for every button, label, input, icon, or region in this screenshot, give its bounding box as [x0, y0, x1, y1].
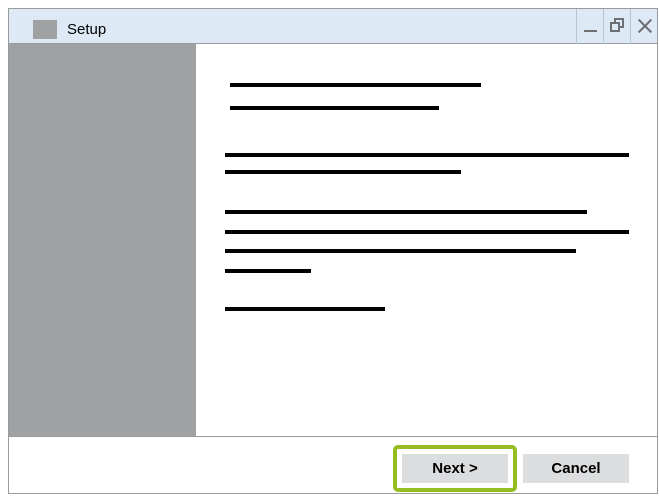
paragraph-line: [225, 307, 385, 311]
paragraph-line: [225, 210, 587, 214]
heading-line: [230, 106, 439, 110]
close-button[interactable]: [630, 9, 657, 44]
paragraph-line: [225, 249, 576, 253]
paragraph-line: [225, 230, 629, 234]
cancel-button[interactable]: Cancel: [523, 454, 629, 483]
title-bar[interactable]: Setup: [9, 9, 657, 44]
paragraph-line: [225, 170, 461, 174]
minimize-button[interactable]: [576, 9, 603, 44]
next-button[interactable]: Next >: [402, 454, 508, 483]
close-icon: [636, 17, 654, 35]
app-icon: [33, 20, 57, 39]
button-bar: Next > Cancel: [9, 436, 657, 493]
paragraph-line: [225, 269, 311, 273]
paragraph-line: [225, 153, 629, 157]
sidebar-panel: [9, 44, 196, 436]
heading-line: [230, 83, 481, 87]
window-controls: [576, 9, 657, 44]
window-title: Setup: [67, 21, 107, 38]
setup-window: Setup Next > Cancel: [8, 8, 658, 494]
maximize-button[interactable]: [603, 9, 630, 44]
content-panel: [196, 44, 657, 436]
minimize-icon: [584, 30, 597, 32]
restore-icon-front: [610, 22, 620, 32]
